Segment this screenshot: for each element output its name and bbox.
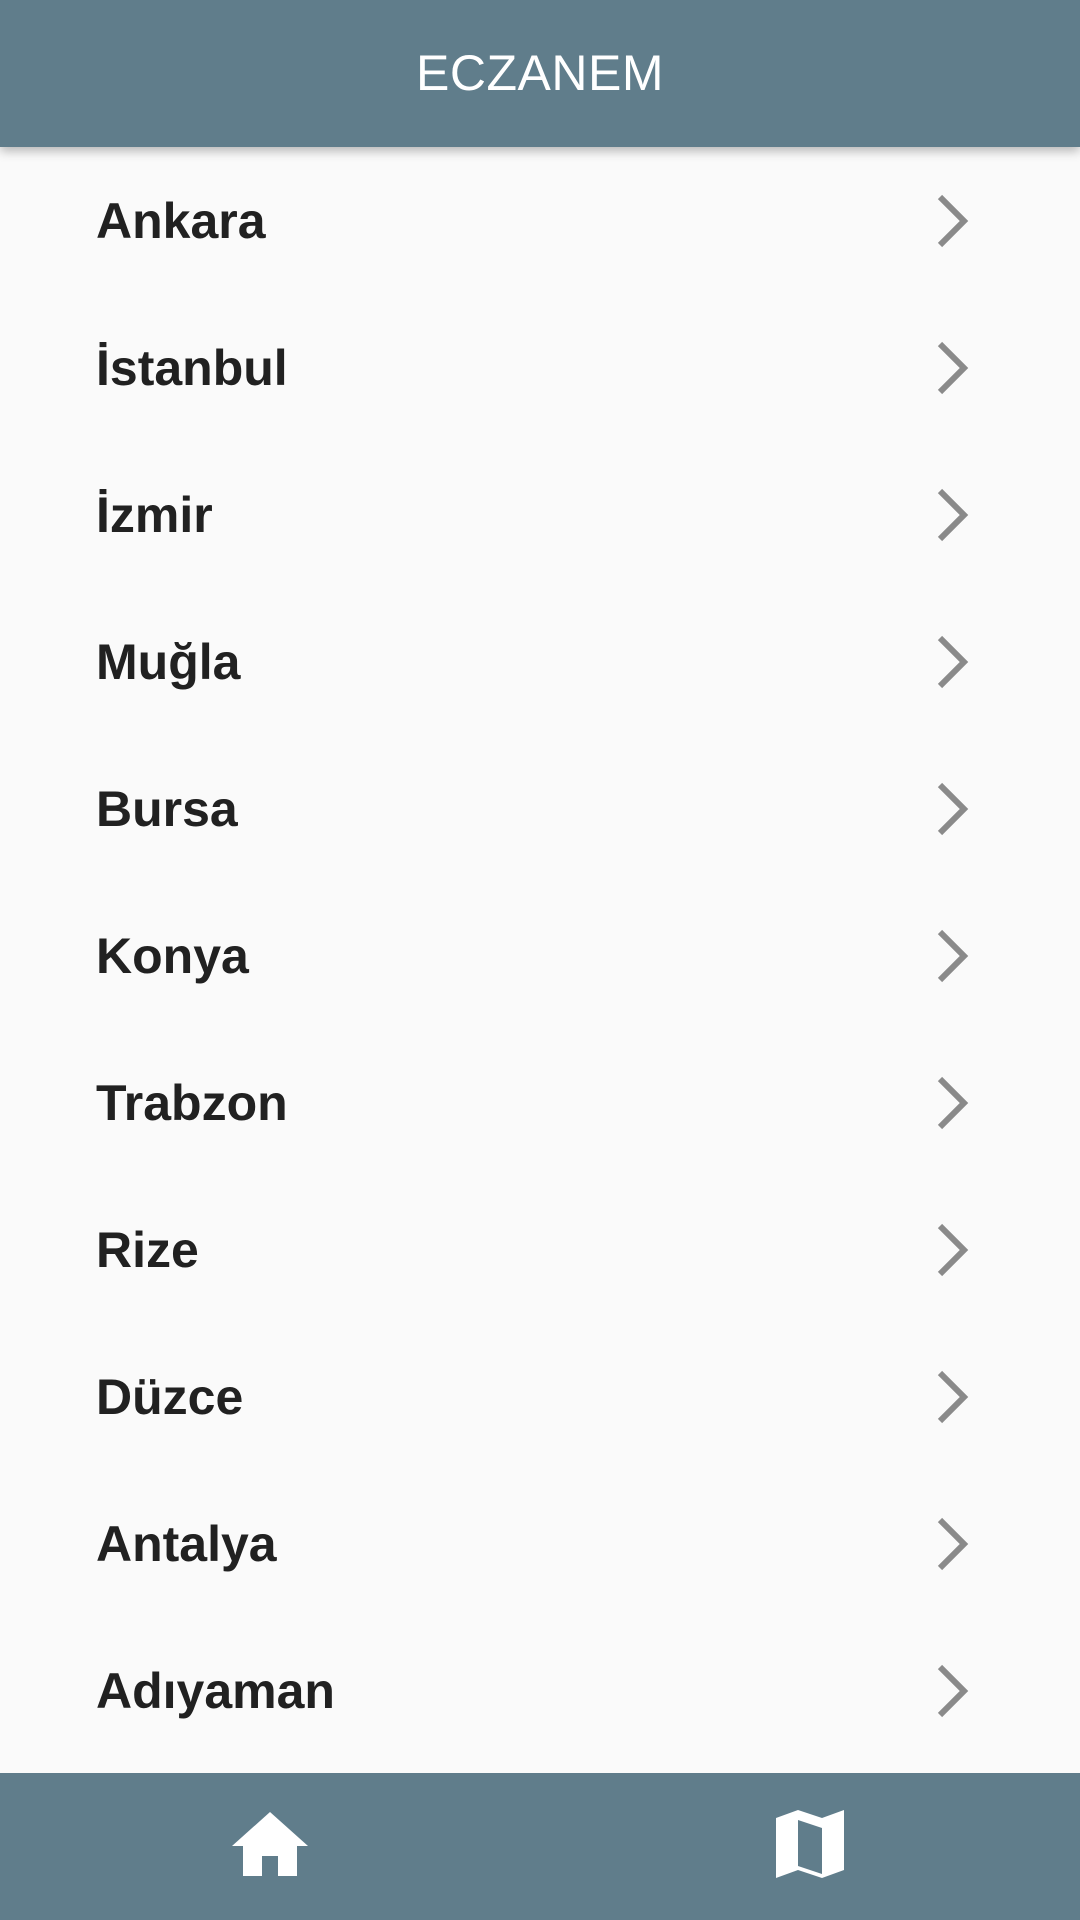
city-item-bursa[interactable]: Bursa [0,735,1080,882]
city-item-konya[interactable]: Konya [0,882,1080,1029]
page-title: ECZANEM [416,44,664,101]
city-label: Antalya [96,1515,277,1572]
city-label: Bursa [96,780,238,837]
city-label: Konya [96,927,249,984]
chevron-right-icon [930,779,974,839]
map-button[interactable] [540,1773,1080,1920]
chevron-right-icon [930,1661,974,1721]
chevron-right-icon [930,191,974,251]
city-label: İstanbul [96,339,288,396]
home-icon [230,1808,310,1885]
bottom-navigation [0,1773,1080,1920]
city-label: Ankara [96,192,266,249]
city-label: Rize [96,1221,199,1278]
chevron-right-icon [930,338,974,398]
city-item-rize[interactable]: Rize [0,1176,1080,1323]
home-button[interactable] [0,1773,540,1920]
city-label: İzmir [96,486,213,543]
city-item-ankara[interactable]: Ankara [0,147,1080,294]
city-list[interactable]: Ankara İstanbul İzmir Muğla Bursa Konya [0,147,1080,1773]
map-icon [774,1808,846,1885]
city-label: Trabzon [96,1074,288,1131]
city-item-istanbul[interactable]: İstanbul [0,294,1080,441]
chevron-right-icon [930,1514,974,1574]
city-item-mugla[interactable]: Muğla [0,588,1080,735]
city-item-duzce[interactable]: Düzce [0,1323,1080,1470]
city-label: Düzce [96,1368,244,1425]
chevron-right-icon [930,485,974,545]
chevron-right-icon [930,1220,974,1280]
city-item-trabzon[interactable]: Trabzon [0,1029,1080,1176]
chevron-right-icon [930,926,974,986]
chevron-right-icon [930,1073,974,1133]
city-item-izmir[interactable]: İzmir [0,441,1080,588]
city-item-adiyaman[interactable]: Adıyaman [0,1617,1080,1764]
city-label: Muğla [96,633,241,690]
chevron-right-icon [930,1367,974,1427]
city-item-antalya[interactable]: Antalya [0,1470,1080,1617]
chevron-right-icon [930,632,974,692]
city-label: Adıyaman [96,1662,335,1719]
app-bar: ECZANEM [0,0,1080,147]
